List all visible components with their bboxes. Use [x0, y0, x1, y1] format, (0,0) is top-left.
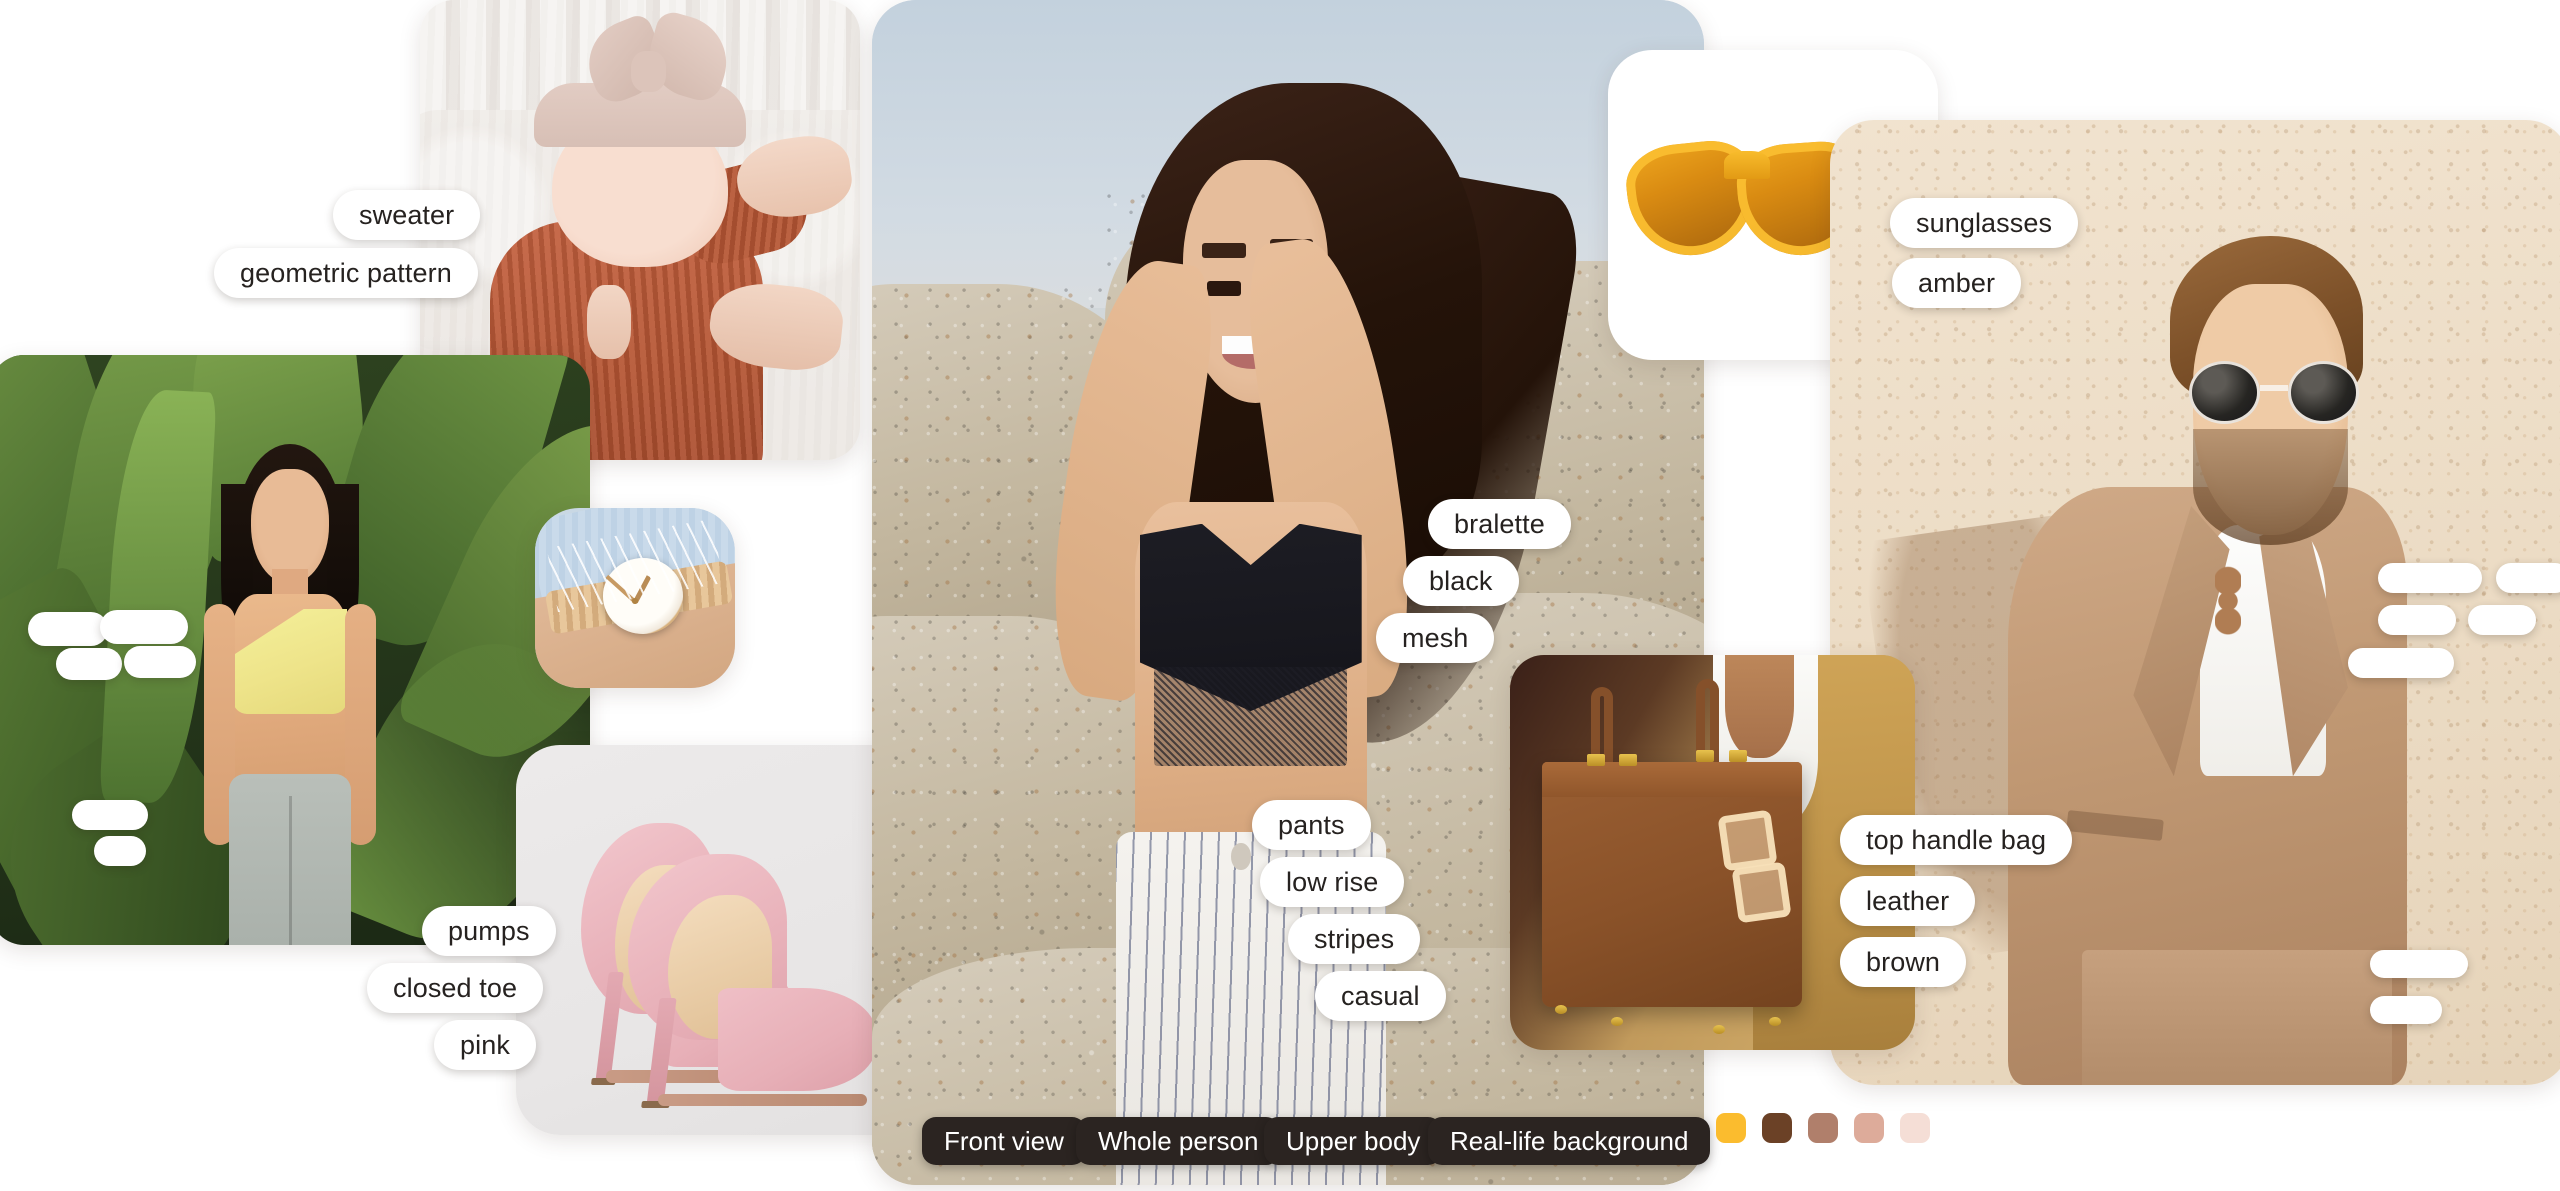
moodboard-canvas: sweater geometric pattern pumps closed t…	[0, 0, 2560, 1191]
tag-pill-low-rise[interactable]: low rise	[1260, 857, 1405, 907]
tag-pill-bralette[interactable]: bralette	[1428, 499, 1571, 549]
tag-pill-skeleton	[2468, 605, 2536, 635]
tag-pill-mesh[interactable]: mesh	[1376, 613, 1495, 663]
tag-pill-skeleton	[72, 800, 148, 830]
tag-pill-black[interactable]: black	[1403, 556, 1519, 606]
tag-pill-skeleton	[2496, 563, 2560, 593]
color-swatch-pale-pink[interactable]	[1900, 1113, 1930, 1143]
tag-pill-skeleton	[56, 648, 122, 680]
tag-pill-skeleton	[124, 646, 196, 678]
tag-pill-skeleton	[2370, 950, 2468, 978]
color-swatch-dusty-rose[interactable]	[1854, 1113, 1884, 1143]
tag-pill-leather[interactable]: leather	[1840, 876, 1976, 926]
tag-pill-skeleton	[2370, 996, 2442, 1024]
tag-pill-skeleton	[2378, 605, 2456, 635]
tag-pill-pants[interactable]: pants	[1252, 800, 1371, 850]
watch-photo-art	[535, 508, 735, 688]
attribute-chip-whole-person[interactable]: Whole person	[1076, 1117, 1281, 1165]
attribute-chip-upper-body[interactable]: Upper body	[1264, 1117, 1443, 1165]
tag-pill-skeleton	[100, 610, 188, 644]
tag-pill-skeleton	[94, 836, 146, 866]
tag-pill-sweater[interactable]: sweater	[333, 190, 481, 240]
card-wristwatch[interactable]	[535, 508, 735, 688]
tag-pill-top-handle-bag[interactable]: top handle bag	[1840, 815, 2073, 865]
color-swatch-amber[interactable]	[1716, 1113, 1746, 1143]
tag-pill-skeleton	[2348, 648, 2454, 678]
tag-pill-pink[interactable]: pink	[434, 1020, 536, 1070]
tag-pill-amber[interactable]: amber	[1892, 258, 2022, 308]
color-swatch-medium-brown[interactable]	[1808, 1113, 1838, 1143]
tag-pill-pumps[interactable]: pumps	[422, 906, 556, 956]
tag-pill-casual[interactable]: casual	[1315, 971, 1446, 1021]
tag-pill-brown[interactable]: brown	[1840, 937, 1967, 987]
tag-pill-closed-toe[interactable]: closed toe	[367, 963, 544, 1013]
attribute-chip-front-view[interactable]: Front view	[922, 1117, 1086, 1165]
attribute-chip-real-life-background[interactable]: Real-life background	[1428, 1117, 1711, 1165]
tag-pill-sunglasses[interactable]: sunglasses	[1890, 198, 2079, 248]
tag-pill-stripes[interactable]: stripes	[1288, 914, 1421, 964]
tag-pill-skeleton	[2378, 563, 2482, 593]
tag-pill-geometric-pattern[interactable]: geometric pattern	[214, 248, 478, 298]
color-swatch-dark-brown[interactable]	[1762, 1113, 1792, 1143]
tag-pill-skeleton	[28, 612, 108, 646]
round-sunglasses-on-model-icon	[2188, 361, 2360, 424]
